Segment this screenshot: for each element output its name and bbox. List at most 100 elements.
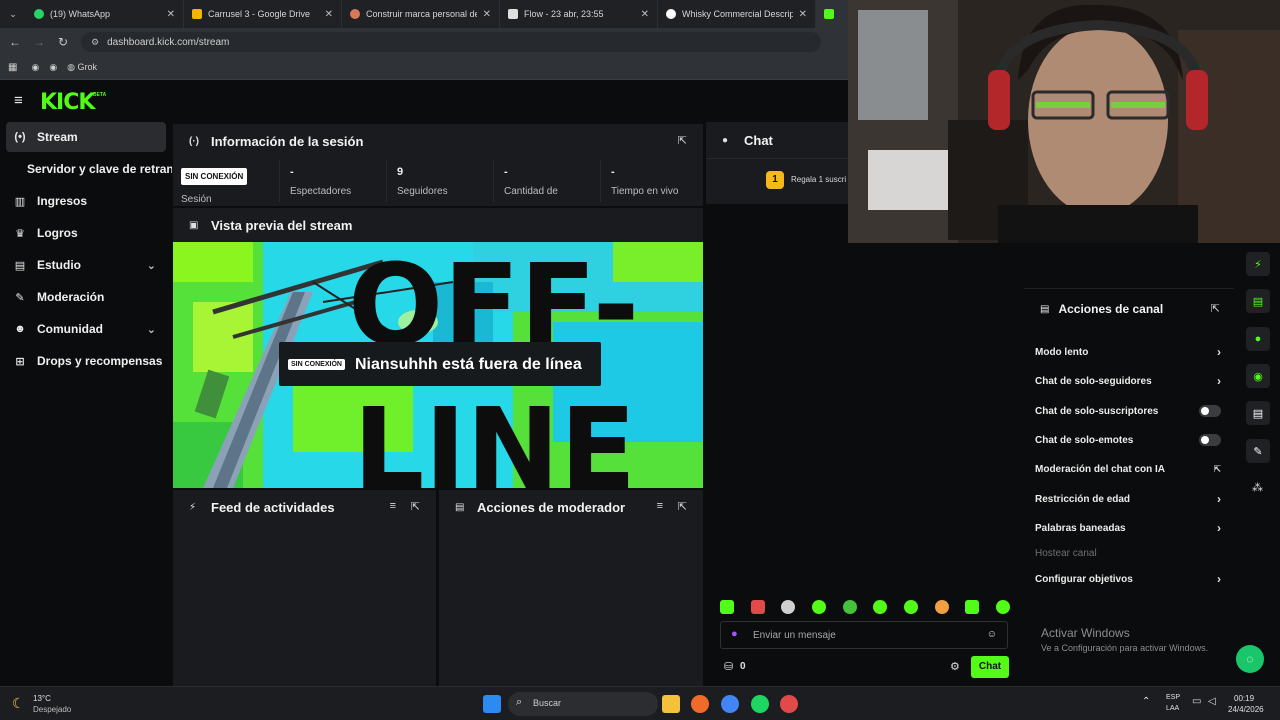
channel-action-age-restriction[interactable]: Restricción de edad › bbox=[1035, 489, 1225, 509]
bolt-icon[interactable]: ⚡ bbox=[1246, 252, 1270, 276]
channel-action-followers-only[interactable]: Chat de solo-seguidores › bbox=[1035, 371, 1225, 391]
spotify-icon[interactable] bbox=[751, 695, 769, 713]
search-icon: ⌕ bbox=[516, 696, 523, 708]
channel-icon[interactable]: ▤ bbox=[1246, 401, 1270, 425]
document-icon[interactable]: ▤ bbox=[1246, 289, 1270, 313]
chat-send-button[interactable]: Chat bbox=[971, 656, 1009, 678]
microphone-icon[interactable]: ● bbox=[731, 628, 738, 640]
network-icon[interactable]: ▭ bbox=[1192, 696, 1201, 707]
emoji-icon[interactable]: ☺ bbox=[987, 629, 997, 640]
chat-input[interactable]: ● Enviar un mensaje ☺ bbox=[720, 621, 1008, 649]
chat-settings-icon[interactable]: ⚙ bbox=[950, 660, 960, 673]
action-label: Hostear canal bbox=[1035, 547, 1097, 559]
emote-icon[interactable] bbox=[903, 600, 918, 614]
panel-header: (·) Información de la sesión bbox=[173, 124, 703, 158]
filter-icon[interactable]: ≡ bbox=[657, 500, 663, 512]
emote-icon[interactable] bbox=[842, 600, 857, 614]
popout-icon[interactable]: ⇱ bbox=[1211, 302, 1220, 315]
popout-icon[interactable]: ⇱ bbox=[411, 500, 420, 513]
tab-search-button[interactable]: ⌄ bbox=[0, 9, 26, 20]
weather-desc: Despejado bbox=[33, 705, 72, 714]
sidebar-item-ingresos[interactable]: ▥ Ingresos bbox=[6, 186, 166, 216]
kick-logo[interactable]: KICK bbox=[40, 90, 95, 115]
channel-action-goals[interactable]: Configurar objetivos › bbox=[1035, 569, 1225, 589]
clock-time[interactable]: 00:19 bbox=[1234, 694, 1254, 703]
channel-action-emotes-only: Chat de solo-emotes bbox=[1035, 430, 1225, 450]
channel-action-slow-mode[interactable]: Modo lento › bbox=[1035, 342, 1225, 362]
browser-tab[interactable]: Whisky Commercial Description ✕ bbox=[658, 0, 816, 28]
taskbar-search[interactable]: ⌕ Buscar bbox=[508, 692, 658, 716]
share-icon[interactable]: ⁂ bbox=[1252, 481, 1263, 494]
site-info-icon[interactable]: ⚙ bbox=[91, 37, 99, 48]
start-windows-icon[interactable] bbox=[483, 695, 501, 713]
chatgpt-icon bbox=[666, 9, 676, 19]
mod-actions-panel: ▤ Acciones de moderador ≡ ⇱ bbox=[439, 490, 703, 686]
subscribers-only-toggle[interactable] bbox=[1199, 405, 1221, 417]
close-tab-icon[interactable]: ✕ bbox=[483, 9, 491, 20]
filter-icon[interactable]: ≡ bbox=[390, 500, 396, 512]
forward-icon[interactable]: → bbox=[27, 35, 51, 49]
sidebar-item-logros[interactable]: ♛ Logros bbox=[6, 218, 166, 248]
browser-tab[interactable]: (19) WhatsApp ✕ bbox=[26, 0, 184, 28]
back-icon[interactable]: ← bbox=[3, 35, 27, 49]
emote-icon[interactable] bbox=[995, 600, 1010, 614]
emote-icon[interactable] bbox=[781, 600, 796, 614]
close-tab-icon[interactable]: ✕ bbox=[167, 9, 175, 20]
emotes-only-toggle[interactable] bbox=[1199, 434, 1221, 446]
file-explorer-icon[interactable] bbox=[662, 695, 680, 713]
bookmark-globe-icon[interactable]: ◉ bbox=[31, 62, 39, 73]
session-info-panel: (·) Información de la sesión ⇱ SIN CONEX… bbox=[173, 124, 703, 206]
language-top[interactable]: ESP bbox=[1166, 694, 1180, 701]
emote-icon[interactable] bbox=[750, 600, 765, 614]
popout-icon[interactable]: ⇱ bbox=[678, 500, 687, 513]
apps-grid-icon[interactable]: ▦ bbox=[8, 62, 17, 73]
reload-icon[interactable]: ↻ bbox=[51, 35, 75, 49]
volume-icon[interactable]: ◁ bbox=[1208, 696, 1216, 707]
close-tab-icon[interactable]: ✕ bbox=[641, 9, 649, 20]
bookmark-globe-icon[interactable]: ◉ bbox=[49, 62, 57, 73]
browser-tab[interactable]: Construir marca personal desde ✕ bbox=[342, 0, 500, 28]
broadcast-icon[interactable]: ◉ bbox=[1246, 364, 1270, 388]
stat-label: Tiempo en vivo bbox=[611, 186, 679, 197]
browser-tab[interactable]: Flow - 23 abr, 23:55 ✕ bbox=[500, 0, 658, 28]
channel-action-ai-moderation[interactable]: Moderación del chat con IA ⇱ bbox=[1035, 459, 1225, 479]
chrome-icon[interactable] bbox=[721, 695, 739, 713]
bookmark-label: Grok bbox=[77, 62, 98, 72]
app-icon[interactable] bbox=[780, 695, 798, 713]
points-icon[interactable]: ⛁ bbox=[724, 660, 733, 673]
tray-chevron-up-icon[interactable]: ⌃ bbox=[1142, 696, 1150, 707]
sidebar-item-label: Drops y recompensas bbox=[37, 354, 163, 368]
emote-icon[interactable] bbox=[811, 600, 826, 614]
panel-title: Acciones de moderador bbox=[477, 499, 626, 515]
url-field[interactable]: ⚙ dashboard.kick.com/stream bbox=[81, 32, 821, 52]
close-tab-icon[interactable]: ✕ bbox=[799, 9, 807, 20]
beta-label: BETA bbox=[93, 92, 107, 98]
emote-icon[interactable] bbox=[720, 600, 734, 614]
browser-tab-active[interactable]: St bbox=[816, 0, 848, 28]
menu-icon[interactable]: ≡ bbox=[14, 92, 23, 109]
action-label: Chat de solo-emotes bbox=[1035, 434, 1134, 446]
weather-icon[interactable]: ☾ bbox=[12, 695, 25, 712]
sidebar-item-comunidad[interactable]: ☻ Comunidad ⌄ bbox=[6, 314, 166, 344]
wrench-icon[interactable]: ✎ bbox=[1246, 439, 1270, 463]
sidebar-item-drops[interactable]: ⊞ Drops y recompensas bbox=[6, 346, 166, 376]
stat-label: Sesión bbox=[181, 194, 212, 205]
right-rail: ⚡ ▤ ● ◉ ▤ ✎ ⁂ ◌ bbox=[1236, 243, 1280, 686]
chat-bubble-icon[interactable]: ● bbox=[1246, 327, 1270, 351]
channel-action-banned-words[interactable]: Palabras baneadas › bbox=[1035, 518, 1225, 538]
stat-label: Seguidores bbox=[397, 186, 448, 197]
help-chat-icon[interactable]: ◌ bbox=[1236, 645, 1264, 673]
sidebar-item-stream[interactable]: (•) Stream bbox=[6, 122, 166, 152]
sidebar-item-server-key[interactable]: Servidor y clave de retransmisión bbox=[6, 154, 172, 184]
sidebar-item-moderacion[interactable]: ✎ Moderación bbox=[6, 282, 166, 312]
bookmark-grok[interactable]: ◍ Grok bbox=[67, 62, 97, 73]
emote-icon[interactable] bbox=[965, 600, 980, 614]
emote-icon[interactable] bbox=[873, 600, 888, 614]
studio-icon: ▤ bbox=[14, 259, 26, 272]
sidebar-item-estudio[interactable]: ▤ Estudio ⌄ bbox=[6, 250, 166, 280]
popout-icon[interactable]: ⇱ bbox=[678, 134, 687, 147]
firefox-icon[interactable] bbox=[691, 695, 709, 713]
browser-tab[interactable]: Carrusel 3 - Google Drive ✕ bbox=[184, 0, 342, 28]
emote-icon[interactable] bbox=[934, 600, 949, 614]
close-tab-icon[interactable]: ✕ bbox=[325, 9, 333, 20]
